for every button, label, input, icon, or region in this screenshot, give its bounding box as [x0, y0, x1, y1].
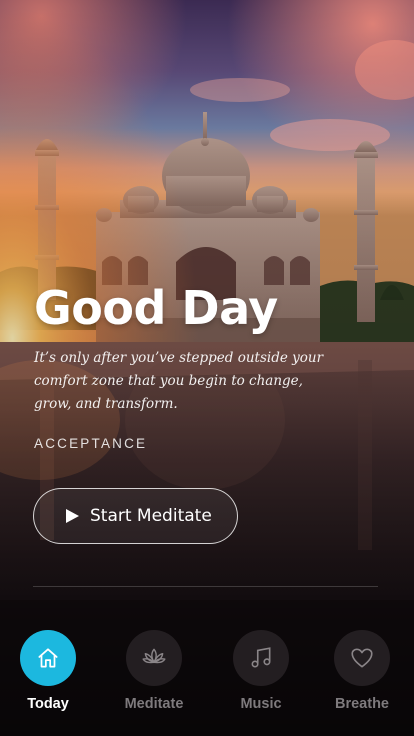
play-icon	[66, 509, 79, 523]
category-tag: ACCEPTANCE	[34, 436, 148, 451]
nav-label-today: Today	[27, 696, 69, 712]
music-note-icon	[251, 647, 271, 668]
nav-item-music[interactable]: Music	[216, 630, 306, 720]
start-meditate-button[interactable]: Start Meditate	[33, 488, 238, 544]
nav-item-today[interactable]: Today	[3, 630, 93, 720]
nav-button-breathe[interactable]	[334, 630, 390, 686]
greeting-title: Good Day	[34, 281, 278, 335]
heart-icon	[351, 648, 373, 668]
home-icon	[38, 648, 58, 668]
nav-item-meditate[interactable]: Meditate	[109, 630, 199, 720]
nav-button-meditate[interactable]	[126, 630, 182, 686]
lotus-icon	[142, 648, 166, 664]
nav-label-music: Music	[240, 696, 282, 712]
nav-item-breathe[interactable]: Breathe	[317, 630, 407, 720]
nav-label-meditate: Meditate	[124, 696, 184, 712]
nav-button-music[interactable]	[233, 630, 289, 686]
daily-quote: It’s only after you’ve stepped outside y…	[34, 350, 324, 412]
divider	[33, 586, 378, 587]
nav-label-breathe: Breathe	[335, 696, 389, 712]
bottom-nav: Today Meditate Music Breathe	[0, 620, 414, 736]
nav-button-today[interactable]	[20, 630, 76, 686]
start-meditate-label: Start Meditate	[90, 506, 212, 526]
